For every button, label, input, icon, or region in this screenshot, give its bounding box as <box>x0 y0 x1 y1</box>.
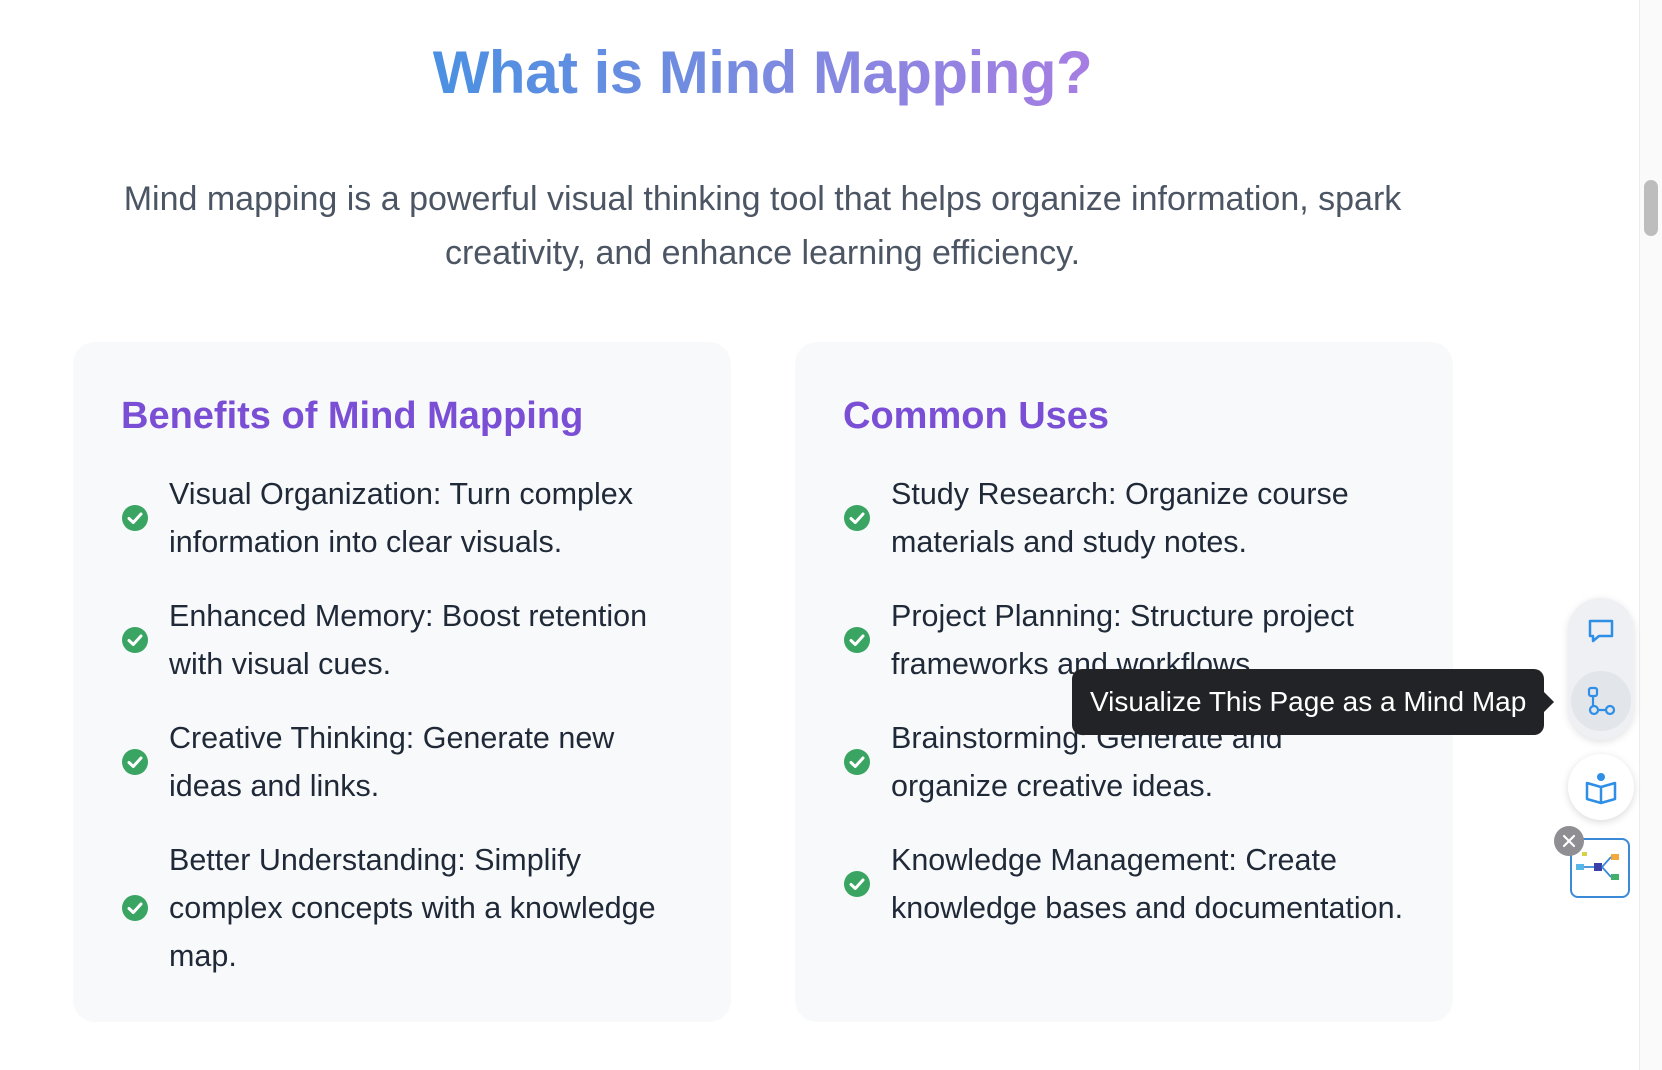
reader-button[interactable] <box>1568 754 1634 820</box>
page-description: Mind mapping is a powerful visual thinki… <box>123 180 1402 272</box>
list-item-text: Knowledge Management: Create knowledge b… <box>891 843 1404 925</box>
list-item: Creative Thinking: Generate new ideas an… <box>121 714 683 810</box>
chat-icon <box>1588 619 1614 643</box>
page-title-text: What is Mind Mapping? <box>432 39 1093 106</box>
list-item-text: Creative Thinking: Generate new ideas an… <box>169 721 615 803</box>
list-item-text: Better Understanding: Simplify complex c… <box>169 843 656 973</box>
benefits-card: Benefits of Mind Mapping Visual Organiza… <box>73 342 731 1022</box>
mind-map-button[interactable] <box>1571 671 1631 731</box>
list-item-text: Study Research: Organize course material… <box>891 477 1349 559</box>
reader-icon <box>1585 773 1617 805</box>
scrollbar-track[interactable] <box>1639 0 1662 1070</box>
check-circle-icon <box>844 871 870 897</box>
check-circle-icon <box>844 627 870 653</box>
check-circle-icon <box>844 749 870 775</box>
list-item: Study Research: Organize course material… <box>843 470 1405 566</box>
benefits-title: Benefits of Mind Mapping <box>121 395 584 437</box>
check-circle-icon <box>122 505 148 531</box>
check-circle-icon <box>844 505 870 531</box>
chat-button[interactable] <box>1571 601 1631 661</box>
list-item: Enhanced Memory: Boost retention with vi… <box>121 592 683 688</box>
uses-title: Common Uses <box>843 395 1110 437</box>
list-item: Visual Organization: Turn complex inform… <box>121 470 683 566</box>
check-circle-icon <box>122 749 148 775</box>
mind-map-icon <box>1587 686 1616 716</box>
scrollbar-thumb[interactable] <box>1644 180 1658 236</box>
close-button[interactable] <box>1554 826 1584 856</box>
list-item: Knowledge Management: Create knowledge b… <box>843 836 1405 932</box>
benefits-list: Visual Organization: Turn complex inform… <box>121 470 683 980</box>
list-item-text: Enhanced Memory: Boost retention with vi… <box>169 599 648 681</box>
mind-map-tooltip: Visualize This Page as a Mind Map <box>1072 669 1555 735</box>
list-item: Better Understanding: Simplify complex c… <box>121 836 683 980</box>
check-circle-icon <box>122 895 148 921</box>
check-circle-icon <box>122 627 148 653</box>
close-icon <box>1562 834 1576 848</box>
page-title: What is Mind Mapping? <box>0 36 1525 110</box>
list-item-text: Visual Organization: Turn complex inform… <box>169 477 633 559</box>
page: What is Mind Mapping? Mind mapping is a … <box>0 0 1662 1070</box>
